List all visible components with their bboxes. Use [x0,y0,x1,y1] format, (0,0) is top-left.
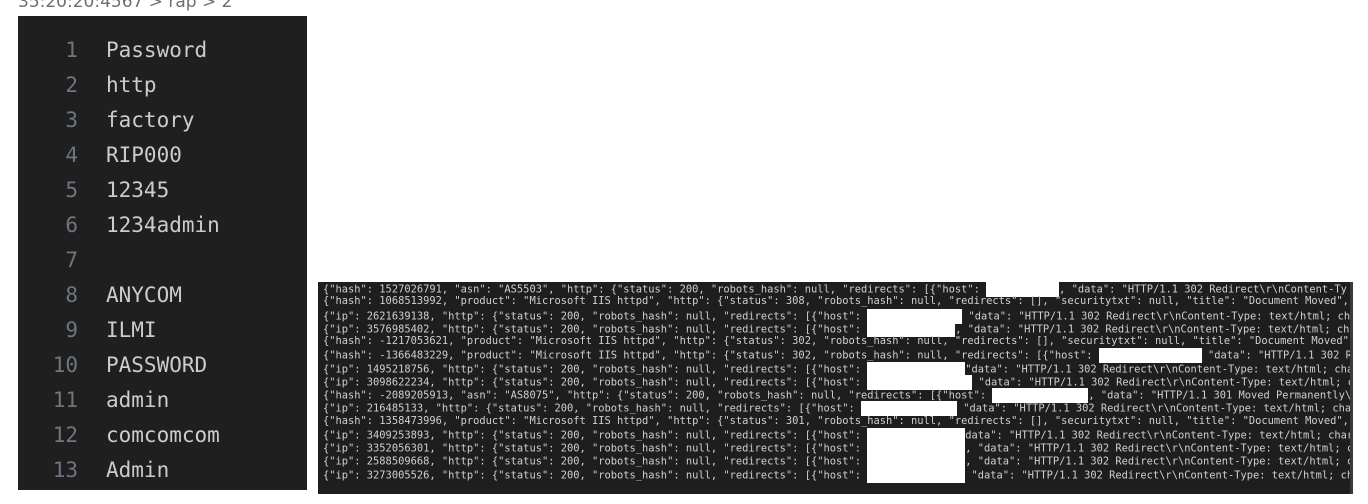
line-text: admin [106,387,170,412]
json-record: {"ip": 216485133, "http": {"status": 200… [318,401,1353,417]
editor-lines: 1 Password 2 http 3 factory 4 RIP000 5 12345 … [18,32,307,487]
json-record: {"ip": 1495218756, "http": {"status": 20… [318,361,1353,377]
json-text: {"ip": 3352056301, "http": {"status": 20… [323,442,868,455]
line-number: 3 [65,107,78,132]
json-text: {"ip": 3576985402, "http": {"status": 20… [323,323,868,336]
json-text: {"hash": 1068513992, "product": "Microso… [323,295,1353,308]
line-text: Admin [106,457,170,482]
json-text: {"ip": 3409253893, "http": {"status": 20… [323,429,868,442]
json-record: {"ip": 3352056301, "http": {"status": 20… [318,441,1353,456]
json-text: {"hash": -2089205913, "asn": "AS8075", "… [323,389,993,402]
editor-breadcrumb-strip: 35:20:20:4567 > rap > 2 [18,0,307,16]
redacted-host [867,467,966,483]
editor-line[interactable]: 5 12345 [18,172,307,207]
line-text: 12345 [106,177,170,202]
editor-line[interactable]: 4 RIP000 [18,137,307,172]
json-text: {"hash": -1217053621, "product": "Micros… [323,335,1353,347]
json-text: , "data": "HTTP/1.1 301 Moved Permanentl… [1088,389,1353,402]
json-text: {"ip": 216485133, "http": {"status": 200… [323,402,861,415]
json-text: {"ip": 3273005526, "http": {"status": 20… [323,469,868,481]
json-text: {"ip": 1495218756, "http": {"status": 20… [323,363,868,375]
json-record: {"ip": 2588509668, "http": {"status": 20… [318,454,1353,470]
line-number: 10 [52,352,78,377]
line-text: RIP000 [106,142,182,167]
json-record: {"ip": 3576985402, "http": {"status": 20… [318,321,1353,337]
json-record: {"hash": 1527026791, "asn": "AS5503", "h… [318,282,1350,297]
json-record: {"ip": 3409253893, "http": {"status": 20… [318,427,1353,443]
json-text: "data": "HTTP/1.1 302 Redirect\r\nConten… [965,363,1353,375]
json-record: {"hash": 1068513992, "product": "Microso… [318,295,1350,308]
json-text: {"hash": 1358473996, "product": "Microso… [323,414,1353,427]
json-text: "data": "HTTP/1.1 302 Redirect\r\nConten… [965,469,1353,481]
line-number: 7 [65,247,78,272]
line-text: Password [106,37,208,62]
json-text: , "data": "HTTP/1.1 302 Redirect\r\nCont… [1059,283,1347,296]
json-text: , "data": "HTTP/1.1 302 Redirect\r\nCont… [955,323,1353,336]
json-record: {"hash": 1358473996, "product": "Microso… [318,415,1350,428]
json-text: "data": "HTTP/1.1 302 Red [1201,349,1353,362]
line-text: ILMI [106,317,157,342]
line-text: factory [106,107,195,132]
json-record: {"hash": -2089205913, "asn": "AS8075", "… [318,388,1353,403]
editor-line[interactable]: 6 1234admin [18,207,307,242]
json-text: {"ip": 3098622234, "http": {"status": 20… [323,376,868,389]
json-text: "data": "HTTP/1.1 302 Redirect\r\nConten… [957,402,1353,415]
editor-line[interactable]: 8 ANYCOM [18,277,307,312]
json-record: {"hash": -1217053621, "product": "Micros… [318,335,1350,348]
json-text: "data": "HTTP/1.1 302 Redirect\r\nConten… [972,376,1353,389]
line-number: 1 [65,37,78,62]
json-record: {"ip": 3273005526, "http": {"status": 20… [318,467,1353,483]
line-number: 4 [65,142,78,167]
line-text: ANYCOM [106,282,182,307]
editor-line[interactable]: 2 http [18,67,307,102]
line-number: 13 [52,457,78,482]
editor-breadcrumb[interactable]: 35:20:20:4567 > rap > 2 [18,0,232,12]
json-record: {"ip": 2621639138, "http": {"status": 20… [318,308,1353,324]
line-number: 11 [52,387,78,412]
json-text: data": "HTTP/1.1 302 Redirect\r\nContent… [965,429,1353,442]
line-text: http [106,72,157,97]
editor-line[interactable]: 13 Admin [18,452,307,487]
json-text: "data": "HTTP/1.1 302 Redirect\r\nConten… [962,310,1353,322]
line-number: 6 [65,212,78,237]
line-number: 2 [65,72,78,97]
line-number: 9 [65,317,78,342]
json-text: {"hash": 1527026791, "asn": "AS5503", "h… [323,283,987,296]
line-number: 12 [52,422,78,447]
editor-line[interactable]: 7 [18,242,307,277]
editor-line[interactable]: 10 PASSWORD [18,347,307,382]
editor-line[interactable]: 11 admin [18,382,307,417]
text-editor[interactable]: 1 Password 2 http 3 factory 4 RIP000 5 12345 … [18,16,307,490]
editor-line[interactable]: 12 comcomcom [18,417,307,452]
line-text: PASSWORD [106,352,208,377]
json-text: {"ip": 2588509668, "http": {"status": 20… [323,455,868,468]
json-text: {"ip": 2621639138, "http": {"status": 20… [323,310,868,322]
line-text: comcomcom [106,422,220,447]
json-output-panel[interactable]: {"hash": 1527026791, "asn": "AS5503", "h… [318,282,1353,494]
line-number: 8 [65,282,78,307]
editor-line[interactable]: 3 factory [18,102,307,137]
json-text: , "data": "HTTP/1.1 302 Redirect\r\nCont… [965,455,1353,468]
line-text: 1234admin [106,212,220,237]
editor-line[interactable]: 9 ILMI [18,312,307,347]
editor-line[interactable]: 1 Password [18,32,307,67]
json-record: {"hash": -1366483229, "product": "Micros… [318,348,1353,364]
json-text: , "data": "HTTP/1.1 302 Redirect\r\nCont… [965,442,1353,455]
line-number: 5 [65,177,78,202]
json-record: {"ip": 3098622234, "http": {"status": 20… [318,374,1353,390]
json-text: {"hash": -1366483229, "product": "Micros… [323,349,1099,362]
